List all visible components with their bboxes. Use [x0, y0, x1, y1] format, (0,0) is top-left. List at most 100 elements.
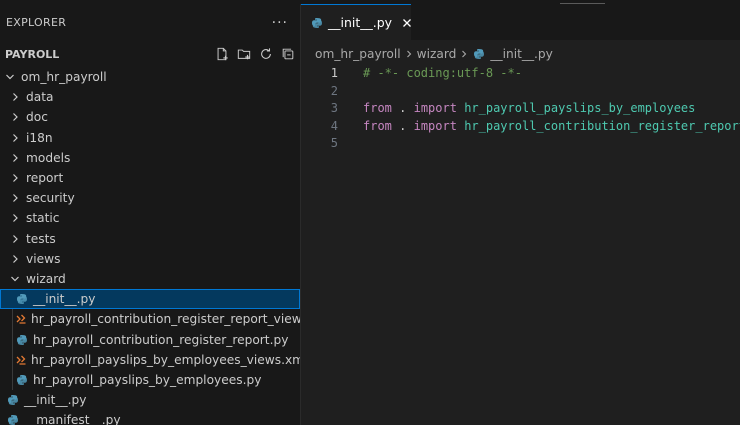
code-line[interactable]: 1 # -*- coding:utf-8 -*- [301, 64, 740, 82]
code-line[interactable]: 4 from . import hr_payroll_contribution_r… [301, 117, 740, 135]
code-content: from . import hr_payroll_payslips_by_emp… [363, 99, 695, 117]
line-number: 2 [330, 83, 338, 98]
code-token: # -*- coding:utf-8 -*- [363, 66, 522, 80]
tree-file-selected[interactable]: __init__.py [0, 289, 300, 310]
chevron-right-icon [9, 132, 21, 144]
tree-file[interactable]: hr_payroll_payslips_by_employees_views.x… [0, 349, 301, 370]
breadcrumb-item[interactable]: __init__.py [490, 47, 552, 61]
code-token: hr_payroll_contribution_register_report [464, 118, 740, 133]
chevron-right-icon [9, 172, 21, 184]
tree-folder-label: views [26, 251, 61, 266]
code-line[interactable]: 5 [301, 134, 740, 152]
python-file-icon [15, 373, 29, 387]
explorer-title: EXPLORER [6, 16, 67, 29]
chevron-right-icon [9, 212, 21, 224]
indent-guide [12, 349, 13, 370]
indent-guide [12, 369, 13, 390]
breadcrumb-item[interactable]: om_hr_payroll [315, 47, 401, 61]
code-token: . [391, 118, 414, 133]
line-number: 3 [330, 101, 338, 115]
new-file-icon[interactable] [214, 46, 230, 62]
tree-folder-label: report [26, 171, 64, 186]
new-folder-icon[interactable] [236, 46, 252, 62]
python-file-icon [311, 16, 323, 30]
tree-file-label: hr_payroll_contribution_register_report.… [33, 332, 289, 347]
tree-folder[interactable]: report [0, 168, 300, 188]
collapse-all-icon[interactable] [280, 46, 296, 62]
tree-file-label: hr_payroll_payslips_by_employees.py [33, 372, 262, 387]
tree-file[interactable]: __manifest__.py [0, 410, 300, 425]
indent-guide [12, 309, 13, 330]
tree-folder[interactable]: doc [0, 107, 300, 127]
chevron-right-icon [9, 152, 21, 164]
tree-file-label: __init__.py [33, 292, 96, 307]
chevron-right-icon [9, 192, 21, 204]
tree-folder[interactable]: tests [0, 229, 300, 249]
code-line[interactable]: 2 [301, 82, 740, 100]
code-token: . [391, 101, 414, 115]
code-token: hr_payroll_payslips_by_employees [464, 101, 696, 115]
chevron-down-icon [9, 273, 21, 285]
chevron-down-icon [4, 71, 16, 83]
code-line[interactable]: 3 from . import hr_payroll_payslips_by_em… [301, 99, 740, 117]
tree-root-label: om_hr_payroll [21, 70, 107, 85]
tree-folder[interactable]: data [0, 87, 300, 107]
python-file-icon [15, 292, 29, 306]
editor-tab-bar: __init__.py [301, 4, 740, 40]
breadcrumb: om_hr_payroll wizard __init__.py [301, 44, 740, 64]
line-number: 5 [330, 136, 338, 150]
section-actions [214, 46, 296, 62]
code-token: from [363, 101, 392, 115]
tree-folder-open[interactable]: wizard [0, 269, 300, 289]
workspace-section-title: PAYROLL [5, 47, 60, 61]
tree-folder[interactable]: static [0, 208, 300, 228]
tree-file[interactable]: hr_payroll_contribution_register_report_… [0, 309, 301, 330]
tree-root-folder[interactable]: om_hr_payroll [0, 67, 300, 87]
tree-file-label: __manifest__.py [24, 413, 121, 425]
tree-file[interactable]: __init__.py [0, 390, 300, 410]
chevron-right-icon [9, 233, 21, 245]
code-token: import [413, 118, 457, 133]
line-number: 1 [330, 66, 338, 80]
line-number: 4 [330, 118, 338, 133]
tree-folder-label: security [26, 191, 75, 206]
tree-file-label: hr_payroll_contribution_register_report_… [31, 312, 301, 327]
xml-file-icon [15, 353, 27, 367]
close-icon[interactable] [402, 16, 412, 30]
breadcrumb-item[interactable]: wizard [417, 47, 457, 61]
python-file-icon [472, 47, 486, 61]
xml-file-icon [15, 312, 27, 326]
refresh-icon[interactable] [258, 46, 274, 62]
python-file-icon [6, 413, 20, 425]
tree-file-label: hr_payroll_payslips_by_employees_views.x… [31, 352, 301, 367]
code-token: import [413, 101, 457, 115]
tree-folder-label: data [26, 90, 54, 105]
tab-label: __init__.py [328, 15, 393, 30]
workspace-section-header[interactable]: PAYROLL [0, 41, 300, 67]
tree-folder-label: static [26, 211, 60, 226]
code-editor[interactable]: 1 # -*- coding:utf-8 -*- 2 3 from . import h… [301, 64, 740, 425]
tree-folder-label: i18n [26, 130, 53, 145]
chevron-right-icon [9, 111, 21, 123]
chevron-right-icon [460, 50, 468, 58]
python-file-icon [6, 393, 20, 407]
tree-file[interactable]: hr_payroll_contribution_register_report.… [0, 329, 300, 350]
explorer-sidebar: EXPLORER ··· PAYROLL om_hr_payroll data … [0, 4, 301, 425]
tree-folder-label: wizard [26, 271, 66, 286]
chevron-right-icon [405, 50, 413, 58]
tab-init-py[interactable]: __init__.py [301, 4, 412, 40]
tree-folder[interactable]: security [0, 188, 300, 208]
tree-folder[interactable]: i18n [0, 128, 300, 148]
tree-folder-label: doc [26, 110, 48, 125]
tree-folder-label: models [26, 150, 71, 165]
python-file-icon [15, 333, 29, 347]
more-actions-icon[interactable]: ··· [272, 15, 288, 31]
tree-folder[interactable]: models [0, 148, 300, 168]
tree-file[interactable]: hr_payroll_payslips_by_employees.py [0, 369, 300, 390]
tree-file-label: __init__.py [24, 393, 87, 408]
chevron-right-icon [9, 91, 21, 103]
file-tree: om_hr_payroll data doc i18n models repor… [0, 67, 300, 425]
indent-guide [12, 329, 13, 350]
tree-folder[interactable]: views [0, 249, 300, 269]
explorer-header: EXPLORER ··· [0, 4, 300, 41]
